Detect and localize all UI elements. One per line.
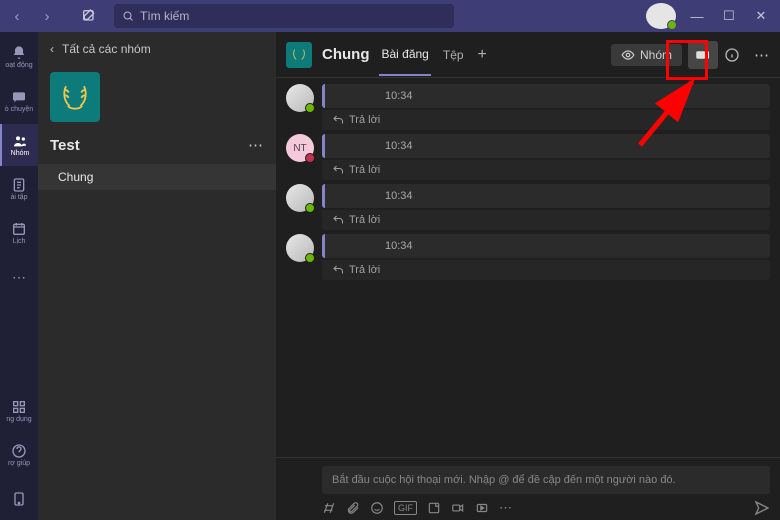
rail-activity[interactable]: oạt động xyxy=(0,36,38,78)
channel-name: Chung xyxy=(322,46,369,63)
help-icon xyxy=(11,443,27,459)
post-message[interactable]: 10:34 xyxy=(322,134,770,158)
nav-forward-button[interactable]: › xyxy=(34,3,60,29)
emoji-button[interactable] xyxy=(370,501,384,515)
reply-icon xyxy=(332,214,344,226)
gif-button[interactable]: GIF xyxy=(394,501,417,515)
send-button[interactable] xyxy=(754,500,770,516)
channel-item[interactable]: Chung xyxy=(38,164,276,190)
assignments-icon xyxy=(11,177,27,193)
tab-posts[interactable]: Bài đăng xyxy=(379,34,430,76)
app-rail: oạt động ò chuyện Nhóm ài tập Lịch ⋯ ng … xyxy=(0,32,38,520)
download-icon xyxy=(11,491,27,507)
rail-chat[interactable]: ò chuyện xyxy=(0,80,38,122)
sticker-button[interactable] xyxy=(427,501,441,515)
meet-button[interactable] xyxy=(688,41,718,69)
main-content: Chung Bài đăng Tệp + Nhóm ⋯ 10:34 Trả lời… xyxy=(276,32,780,520)
composer: Bắt đầu cuộc hội thoại mới. Nhập @ để đề… xyxy=(276,457,780,520)
post-message[interactable]: 10:34 xyxy=(322,234,770,258)
more-icon: ⋯ xyxy=(12,269,26,286)
send-icon xyxy=(754,500,770,516)
rail-teams[interactable]: Nhóm xyxy=(0,124,38,166)
post-message[interactable]: 10:34 xyxy=(322,84,770,108)
reply-button[interactable]: Trả lời xyxy=(322,110,770,130)
post-message[interactable]: 10:34 xyxy=(322,184,770,208)
search-input[interactable]: Tìm kiếm xyxy=(114,4,454,28)
paperclip-icon xyxy=(346,501,360,515)
sticker-icon xyxy=(427,501,441,515)
format-button[interactable] xyxy=(322,501,336,515)
post-item: 10:34 Trả lời xyxy=(286,234,770,280)
team-sidebar: ‹ Tất cả các nhóm Test ⋯ Chung xyxy=(38,32,276,520)
window-close-button[interactable]: ✕ xyxy=(746,3,776,29)
format-icon xyxy=(322,501,336,515)
group-visibility-button[interactable]: Nhóm xyxy=(611,44,682,66)
stream-icon xyxy=(475,501,489,515)
rail-assignments[interactable]: ài tập xyxy=(0,168,38,210)
calendar-icon xyxy=(11,221,27,237)
rail-download[interactable] xyxy=(0,478,38,520)
channel-logo xyxy=(286,42,312,68)
stream-button[interactable] xyxy=(475,501,489,515)
team-more-button[interactable]: ⋯ xyxy=(248,136,264,154)
apps-icon xyxy=(11,399,27,415)
reply-icon xyxy=(332,164,344,176)
post-time: 10:34 xyxy=(385,190,413,202)
post-item: NT 10:34 Trả lời xyxy=(286,134,770,180)
eye-icon xyxy=(621,48,635,62)
post-avatar[interactable] xyxy=(286,84,314,112)
laurel-icon xyxy=(57,79,93,115)
chat-icon xyxy=(11,89,27,105)
video-camera-icon xyxy=(694,46,712,64)
post-avatar[interactable] xyxy=(286,234,314,262)
attach-button[interactable] xyxy=(346,501,360,515)
compose-input[interactable]: Bắt đầu cuộc hội thoại mới. Nhập @ để đề… xyxy=(322,466,770,494)
header-more-button[interactable]: ⋯ xyxy=(754,46,770,64)
posts-list: 10:34Trả lờiNT10:34Trả lời10:34Trả lời10… xyxy=(276,78,780,457)
video-icon xyxy=(451,501,465,515)
emoji-icon xyxy=(370,501,384,515)
post-item: 10:34 Trả lời xyxy=(286,184,770,230)
post-item: 10:34 Trả lời xyxy=(286,84,770,130)
reply-icon xyxy=(332,114,344,126)
laurel-icon xyxy=(290,46,308,64)
reply-button[interactable]: Trả lời xyxy=(322,160,770,180)
add-tab-button[interactable]: + xyxy=(476,33,489,77)
teams-icon xyxy=(12,133,28,149)
more-compose-button[interactable]: ⋯ xyxy=(499,500,512,516)
team-logo[interactable] xyxy=(50,72,100,122)
reply-button[interactable]: Trả lời xyxy=(322,210,770,230)
info-icon xyxy=(724,47,740,63)
compose-icon xyxy=(81,8,97,24)
team-name: Test xyxy=(50,137,80,154)
post-avatar[interactable] xyxy=(286,184,314,212)
reply-button[interactable]: Trả lời xyxy=(322,260,770,280)
bell-icon xyxy=(11,45,27,61)
window-minimize-button[interactable]: — xyxy=(682,3,712,29)
new-message-button[interactable] xyxy=(76,3,102,29)
rail-calendar[interactable]: Lịch xyxy=(0,212,38,254)
post-avatar[interactable]: NT xyxy=(286,134,314,162)
search-placeholder: Tìm kiếm xyxy=(140,9,189,23)
rail-more[interactable]: ⋯ xyxy=(0,256,38,298)
reply-icon xyxy=(332,264,344,276)
meet-now-button[interactable] xyxy=(451,501,465,515)
window-maximize-button[interactable]: ☐ xyxy=(714,3,744,29)
user-avatar[interactable] xyxy=(646,3,676,29)
rail-help[interactable]: rợ giúp xyxy=(0,434,38,476)
tab-files[interactable]: Tệp xyxy=(441,35,466,75)
info-button[interactable] xyxy=(724,47,748,63)
nav-back-button[interactable]: ‹ xyxy=(4,3,30,29)
channel-header: Chung Bài đăng Tệp + Nhóm ⋯ xyxy=(276,32,780,78)
search-icon xyxy=(122,10,134,22)
post-time: 10:34 xyxy=(385,140,413,152)
back-to-teams[interactable]: ‹ Tất cả các nhóm xyxy=(38,32,276,66)
rail-apps[interactable]: ng dụng xyxy=(0,390,38,432)
post-time: 10:34 xyxy=(385,90,413,102)
titlebar: ‹ › Tìm kiếm — ☐ ✕ xyxy=(0,0,780,32)
chevron-left-icon: ‹ xyxy=(50,42,54,56)
post-time: 10:34 xyxy=(385,240,413,252)
